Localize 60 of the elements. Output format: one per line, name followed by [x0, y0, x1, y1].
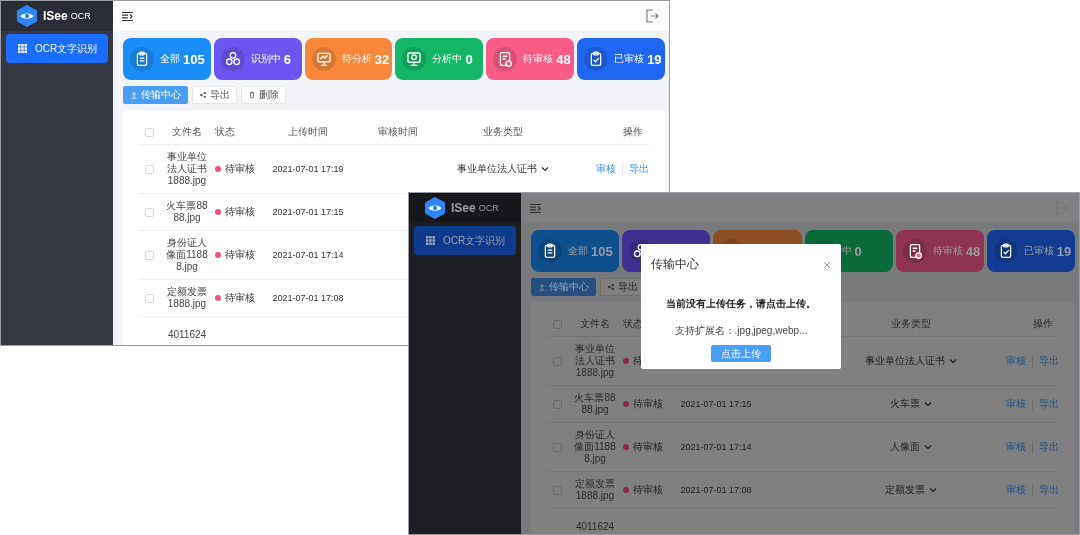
brand-suffix: OCR: [478, 203, 499, 213]
stat-label: 全部: [160, 52, 180, 66]
brand-name: ISee: [451, 201, 476, 215]
stat-value: 105: [591, 243, 613, 259]
stat-value: 0: [854, 243, 862, 259]
file-name: 4011624: [166, 328, 208, 341]
file-name: 火车票8888.jpg: [165, 200, 209, 224]
stat-value: 105: [183, 51, 205, 67]
file-name: 4011624: [574, 520, 616, 533]
file-name: 身份证人像面11888.jpg: [573, 429, 617, 465]
column-header: 业务类型: [483, 125, 523, 139]
upload-time: 2021-07-01 17:14: [680, 441, 752, 453]
status-text: 待审核: [225, 163, 255, 175]
extensions-text: 支持扩展名：.jpg,jpeg,webp...: [674, 324, 808, 338]
upload-time: 2021-07-01 17:19: [272, 163, 344, 175]
status-text: 待审核: [633, 441, 663, 453]
column-header: 文件名: [580, 317, 610, 331]
stat-label: 待审核: [523, 52, 554, 66]
column-header: 操作: [1033, 317, 1054, 331]
stat-value: 48: [965, 243, 981, 259]
upload-time: 2021-07-01 17:08: [272, 292, 344, 304]
file-name: 定额发票1888.jpg: [166, 286, 208, 310]
brand-suffix: OCR: [70, 11, 91, 21]
stat-label: 待审核: [932, 244, 963, 258]
file-name: 定额发票1888.jpg: [574, 478, 616, 502]
status-text: 待审核: [225, 206, 255, 218]
upload-time: 2021-07-01 17:15: [680, 398, 752, 410]
file-name: 身份证人像面11888.jpg: [165, 237, 209, 273]
file-name: 事业单位法人证书1888.jpg: [574, 343, 616, 379]
stat-label: 已审核: [614, 52, 645, 66]
column-header: 上传时间: [288, 125, 328, 139]
stat-label: 已审核: [1023, 244, 1054, 258]
status-text: 待审核: [225, 249, 255, 261]
status-text: 待审核: [633, 398, 663, 410]
column-header: 操作: [623, 125, 644, 139]
upload-time: 2021-07-01 17:14: [272, 249, 344, 261]
stat-value: 19: [647, 51, 662, 67]
stat-label: 全部: [568, 244, 588, 258]
stat-value: 48: [556, 51, 571, 67]
stat-value: 32: [374, 51, 390, 67]
column-header: 文件名: [172, 125, 202, 139]
stat-value: 0: [465, 51, 473, 67]
file-name: 火车票8888.jpg: [573, 392, 617, 416]
dialog-message: 当前没有上传任务，请点击上传。: [666, 297, 816, 311]
stat-label: 中: [841, 244, 852, 258]
status-text: 待审核: [225, 292, 255, 304]
stat-label: 分析中: [432, 52, 463, 66]
column-header: 业务类型: [891, 317, 931, 331]
status-text: 待审核: [633, 484, 663, 496]
dialog-title: 传输中心: [651, 256, 699, 273]
stat-value: 6: [283, 51, 292, 67]
stat-label: 识别中: [250, 52, 281, 66]
upload-time: 2021-07-01 17:08: [680, 484, 752, 496]
stat-label: 待分析: [341, 52, 372, 66]
stat-value: 19: [1056, 243, 1072, 259]
column-header: 状态: [215, 125, 235, 139]
brand-name: ISee: [43, 9, 68, 23]
upload-time: 2021-07-01 17:15: [272, 206, 344, 218]
column-header: 审核时间: [378, 125, 418, 139]
file-name: 事业单位法人证书1888.jpg: [166, 151, 208, 187]
